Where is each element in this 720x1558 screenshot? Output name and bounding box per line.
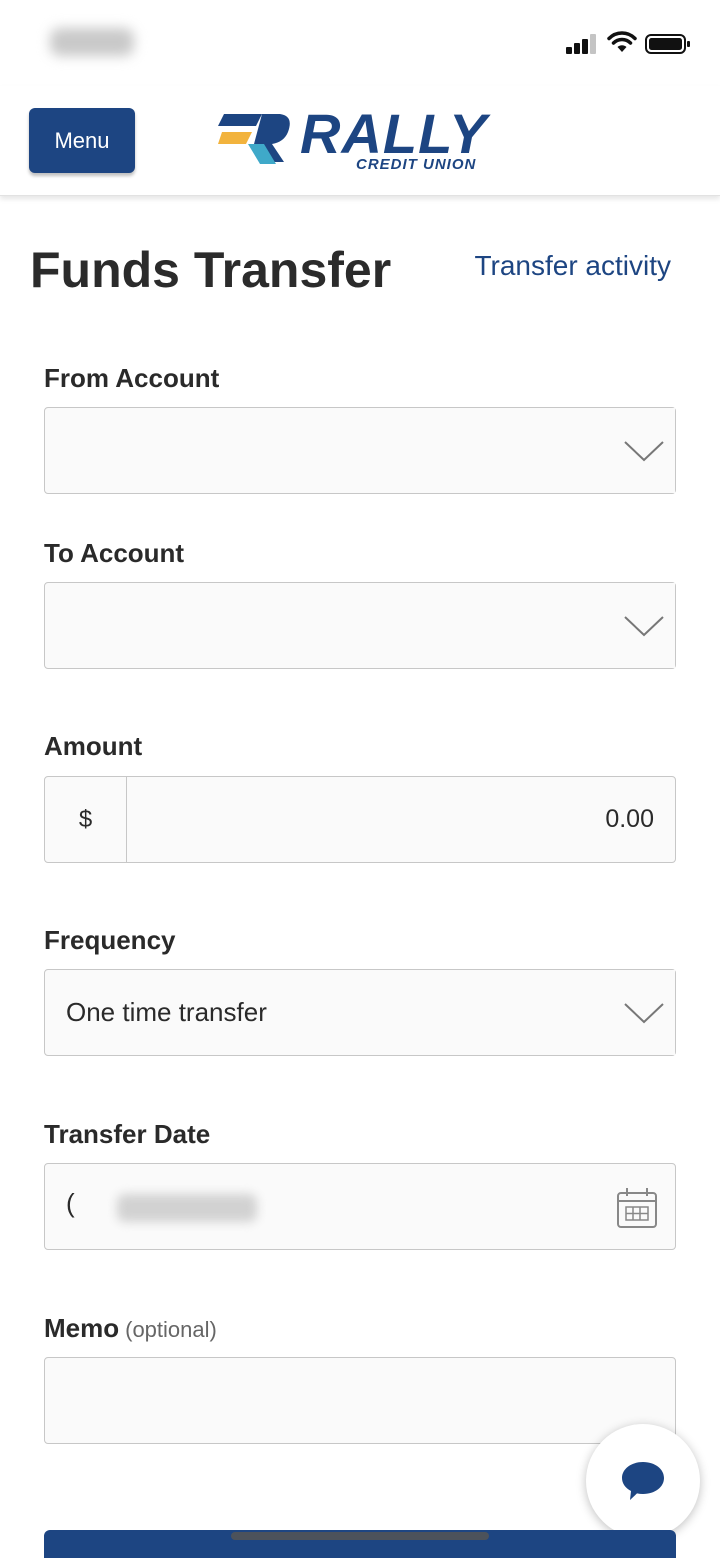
rally-logo[interactable]: RALLY CREDIT UNION [218,104,508,176]
logo-wordmark: RALLY [300,102,488,165]
page-title: Funds Transfer [30,242,392,298]
rally-logo-mark-icon [218,114,290,164]
from-account-select[interactable] [44,407,676,494]
to-account-select[interactable] [44,582,676,669]
chevron-down-icon [613,408,675,493]
status-time-redacted [50,28,134,56]
calendar-icon[interactable] [615,1186,659,1230]
to-account-label: To Account [44,538,185,568]
transfer-date-value: ( [66,1188,75,1218]
memo-label-text: Memo [44,1313,120,1343]
home-indicator [231,1532,489,1540]
cellular-signal-icon [566,34,602,54]
transfer-date-label: Transfer Date [44,1119,211,1149]
memo-input[interactable] [44,1357,676,1444]
frequency-value: One time transfer [66,997,267,1027]
battery-icon [645,34,690,54]
transfer-date-redacted [117,1194,257,1222]
chevron-down-icon [613,970,675,1055]
currency-prefix: $ [45,777,127,862]
transfer-date-field[interactable]: ( [44,1163,676,1250]
amount-label: Amount [44,731,143,761]
chat-button[interactable] [586,1424,700,1538]
memo-label: Memo (optional) [44,1312,217,1346]
chat-bubble-icon [622,1462,664,1500]
frequency-select[interactable]: One time transfer [44,969,676,1056]
wifi-icon [607,31,637,52]
amount-input[interactable]: 0.00 [605,777,654,862]
menu-button[interactable]: Menu [29,108,135,173]
app-header: Menu RALLY CREDIT UNION [0,86,720,196]
funds-transfer-screen: Menu RALLY CREDIT UNION Funds Transfer T… [0,0,720,1558]
logo-subtitle: CREDIT UNION [356,156,477,173]
frequency-label: Frequency [44,925,176,955]
status-bar [0,0,720,86]
chevron-down-icon [613,583,675,668]
amount-field[interactable]: $ 0.00 [44,776,676,863]
transfer-activity-link[interactable]: Transfer activity [474,248,671,284]
memo-optional-note: (optional) [125,1317,217,1342]
from-account-label: From Account [44,363,220,393]
